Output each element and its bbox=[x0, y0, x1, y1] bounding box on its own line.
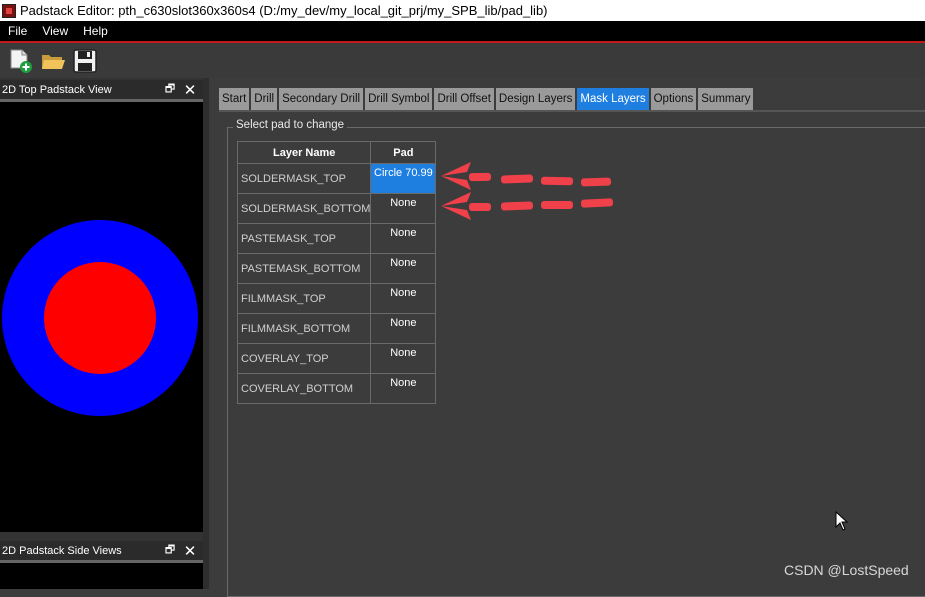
open-button[interactable] bbox=[39, 47, 66, 74]
tab-drill-offset[interactable]: Drill Offset bbox=[434, 88, 494, 110]
top-view-title: 2D Top Padstack View bbox=[2, 83, 112, 96]
tab-divider bbox=[219, 110, 925, 112]
table-row: COVERLAY_TOP None bbox=[236, 343, 437, 374]
menu-file[interactable]: File bbox=[1, 24, 34, 38]
table-body: SOLDERMASK_TOP Circle 70.99 SOLDERMASK_BOT… bbox=[236, 163, 437, 404]
arrow-annotation-1 bbox=[441, 162, 612, 190]
pad-cell[interactable]: None bbox=[370, 313, 437, 344]
float-icon[interactable]: 🗗 bbox=[163, 541, 177, 560]
tab-design-layers[interactable]: Design Layers bbox=[495, 88, 576, 110]
pad-cell[interactable]: None bbox=[370, 343, 437, 374]
side-padstack-view[interactable] bbox=[0, 563, 203, 589]
menu-help[interactable]: Help bbox=[76, 24, 115, 38]
pad-cell[interactable]: None bbox=[370, 223, 437, 254]
app-icon bbox=[2, 3, 16, 18]
save-button[interactable] bbox=[71, 47, 98, 74]
watermark: CSDN @LostSpeed bbox=[784, 562, 909, 578]
table-row: SOLDERMASK_BOTTOM None bbox=[236, 193, 437, 224]
tab-drill[interactable]: Drill bbox=[251, 88, 278, 110]
top-padstack-view[interactable] bbox=[0, 102, 203, 532]
tab-secondary-drill[interactable]: Secondary Drill bbox=[279, 88, 364, 110]
side-view-header: 2D Padstack Side Views 🗗 ✕ bbox=[0, 541, 203, 563]
header-layer-name: Layer Name bbox=[236, 141, 372, 164]
layer-name-cell: COVERLAY_BOTTOM bbox=[236, 373, 372, 404]
table-row: FILMMASK_BOTTOM None bbox=[236, 313, 437, 344]
main-panel: Start Drill Secondary Drill Drill Symbol Dri… bbox=[209, 78, 925, 597]
layer-name-cell: SOLDERMASK_BOTTOM bbox=[236, 193, 372, 224]
close-icon[interactable]: ✕ bbox=[183, 81, 197, 99]
menu-bar: File View Help bbox=[0, 21, 925, 41]
header-pad: Pad bbox=[370, 141, 437, 164]
pad-cell[interactable]: None bbox=[370, 373, 437, 404]
open-folder-icon bbox=[41, 54, 65, 69]
mouse-cursor-icon bbox=[835, 511, 849, 531]
table-row: PASTEMASK_TOP None bbox=[236, 223, 437, 254]
tab-options[interactable]: Options bbox=[650, 88, 697, 110]
mask-layers-table: Layer Name Pad SOLDERMASK_TOP Circle 70.9… bbox=[236, 141, 437, 404]
tab-bar: Start Drill Secondary Drill Drill Symbol Dri… bbox=[219, 88, 754, 110]
window-title: Padstack Editor: pth_c630slot360x360s4 (… bbox=[20, 3, 548, 18]
arrow-annotation-2 bbox=[441, 192, 614, 220]
table-row: COVERLAY_BOTTOM None bbox=[236, 373, 437, 404]
tab-drill-symbol[interactable]: Drill Symbol bbox=[365, 88, 433, 110]
table-row: PASTEMASK_BOTTOM None bbox=[236, 253, 437, 284]
padstack-preview bbox=[2, 220, 198, 416]
side-view-title: 2D Padstack Side Views bbox=[2, 544, 122, 557]
table-header-row: Layer Name Pad bbox=[236, 141, 437, 164]
tab-start[interactable]: Start bbox=[219, 88, 250, 110]
title-bar: Padstack Editor: pth_c630slot360x360s4 (… bbox=[0, 0, 925, 21]
layer-name-cell: COVERLAY_TOP bbox=[236, 343, 372, 374]
new-file-icon bbox=[10, 49, 32, 73]
top-view-header: 2D Top Padstack View 🗗 ✕ bbox=[0, 80, 203, 102]
layer-name-cell: FILMMASK_BOTTOM bbox=[236, 313, 372, 344]
layer-name-cell: PASTEMASK_TOP bbox=[236, 223, 372, 254]
table-row: SOLDERMASK_TOP Circle 70.99 bbox=[236, 163, 437, 194]
toolbar bbox=[0, 43, 925, 78]
pad-inner-circle bbox=[44, 262, 156, 374]
table-row: FILMMASK_TOP None bbox=[236, 283, 437, 314]
group-label: Select pad to change bbox=[233, 119, 348, 131]
menu-view[interactable]: View bbox=[35, 24, 75, 38]
pad-cell[interactable]: None bbox=[370, 253, 437, 284]
layer-name-cell: FILMMASK_TOP bbox=[236, 283, 372, 314]
save-icon bbox=[72, 48, 97, 73]
layer-name-cell: SOLDERMASK_TOP bbox=[236, 163, 372, 194]
pad-cell[interactable]: None bbox=[370, 193, 437, 224]
annotation-arrows bbox=[441, 162, 614, 220]
tab-summary[interactable]: Summary bbox=[698, 88, 754, 110]
pad-cell[interactable]: Circle 70.99 bbox=[370, 163, 437, 194]
left-dock-panel: 2D Top Padstack View 🗗 ✕ 2D Padstack Sid… bbox=[0, 78, 209, 589]
float-icon[interactable]: 🗗 bbox=[163, 80, 177, 99]
layer-name-cell: PASTEMASK_BOTTOM bbox=[236, 253, 372, 284]
tab-mask-layers[interactable]: Mask Layers bbox=[577, 88, 649, 110]
close-icon[interactable]: ✕ bbox=[183, 542, 197, 560]
new-button[interactable] bbox=[7, 47, 34, 74]
pad-cell[interactable]: None bbox=[370, 283, 437, 314]
